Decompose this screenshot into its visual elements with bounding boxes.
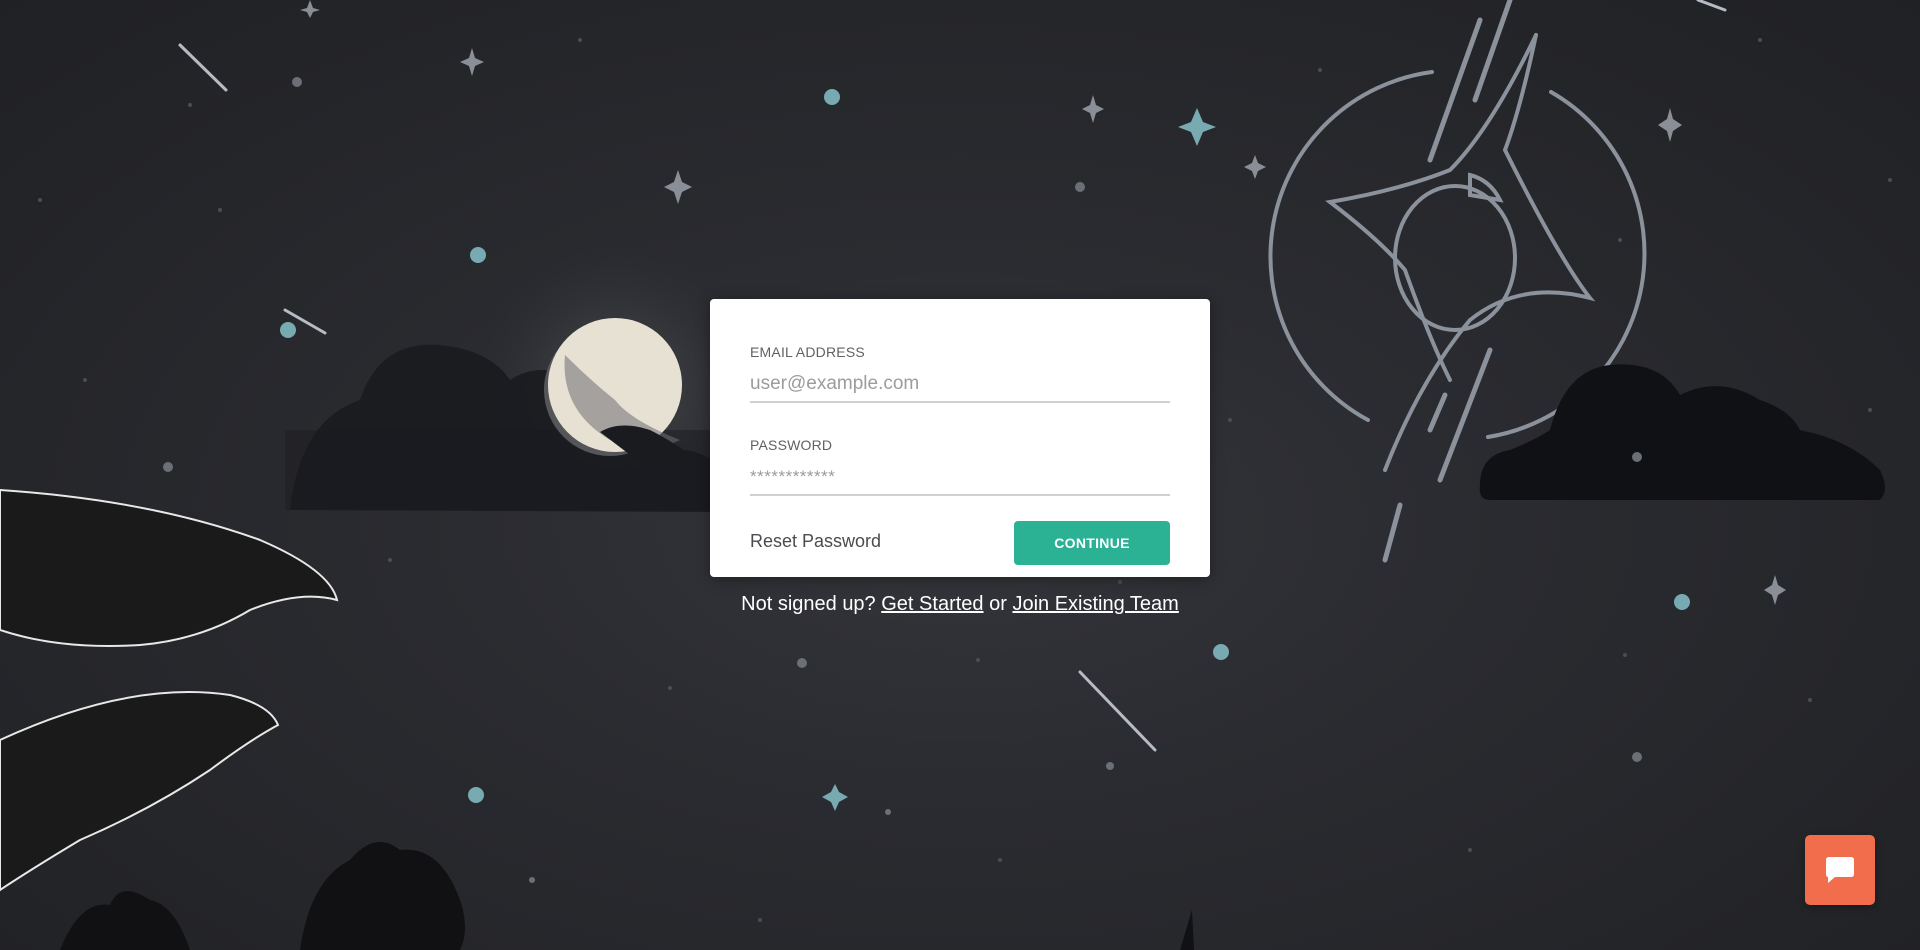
signup-prompt: Not signed up? Get Started or Join Exist…	[710, 593, 1210, 616]
email-input[interactable]	[750, 367, 1170, 403]
signup-prompt-text: Not signed up?	[741, 593, 876, 615]
reset-password-link[interactable]: Reset Password	[750, 531, 881, 552]
get-started-link[interactable]: Get Started	[881, 593, 983, 615]
email-label: EMAIL ADDRESS	[750, 344, 865, 360]
login-card: EMAIL ADDRESS PASSWORD Reset Password CO…	[710, 299, 1210, 577]
chat-button[interactable]	[1805, 835, 1875, 905]
join-existing-team-link[interactable]: Join Existing Team	[1012, 593, 1178, 615]
password-label: PASSWORD	[750, 437, 833, 453]
signup-separator: or	[989, 593, 1007, 615]
continue-button[interactable]: CONTINUE	[1014, 521, 1170, 565]
password-input[interactable]	[750, 460, 1170, 496]
chat-bubble-icon	[1826, 857, 1854, 883]
